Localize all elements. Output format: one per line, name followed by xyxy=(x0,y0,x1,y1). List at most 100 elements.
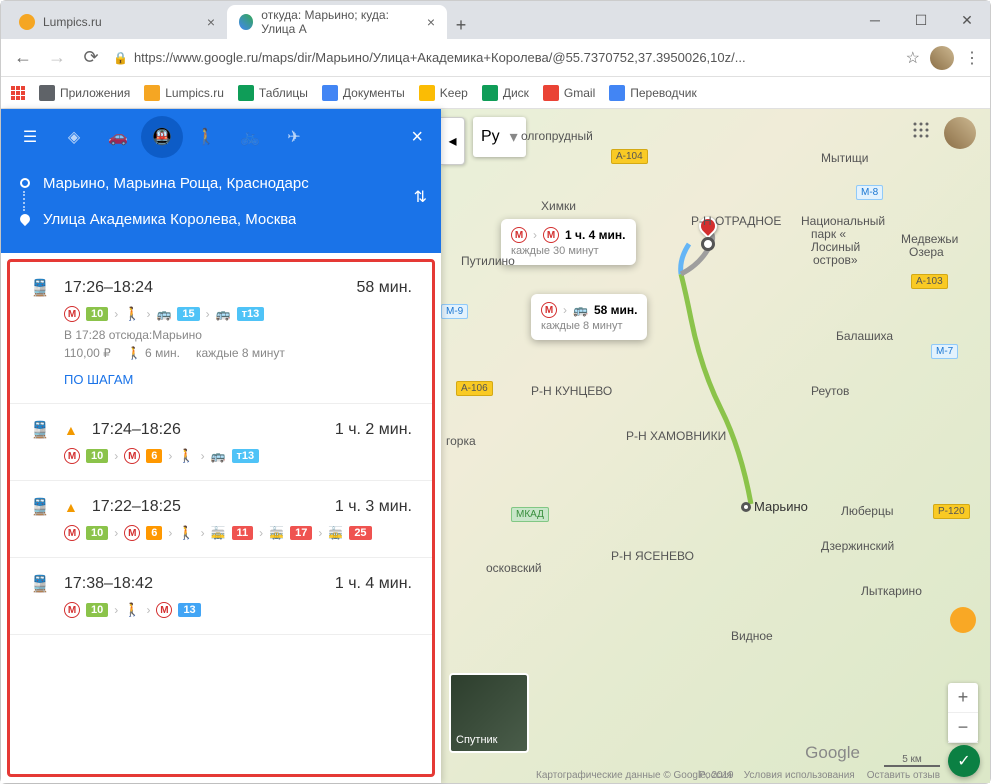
dropdown-icon[interactable]: ▾ xyxy=(510,127,518,147)
mode-transit[interactable]: 🚇 xyxy=(141,116,183,158)
road-label: М-9 xyxy=(441,304,468,319)
origin-label[interactable]: Марьино xyxy=(741,499,808,514)
origin-field[interactable]: Марьино, Марьина Роща, Краснодарс xyxy=(19,165,423,201)
callout-frequency: каждые 8 минут xyxy=(541,320,637,332)
attr-country[interactable]: Россия xyxy=(699,770,732,781)
browser-tab-active[interactable]: откуда: Марьино; куда: Улица А × xyxy=(227,5,447,39)
bookmark-item[interactable]: Gmail xyxy=(543,85,595,101)
place-label: Р-Н КУНЦЕВО xyxy=(531,384,612,398)
route-callout-main[interactable]: M›🚌58 мин. каждые 8 минут xyxy=(531,294,647,340)
favicon-icon xyxy=(239,14,253,30)
close-icon[interactable]: × xyxy=(427,14,435,30)
road-label: А-106 xyxy=(456,381,493,396)
satellite-toggle[interactable]: Спутник xyxy=(449,673,529,753)
alert-icon: ▲ xyxy=(64,499,78,515)
origin-text: Марьино, Марьина Роща, Краснодарс xyxy=(43,175,309,192)
mode-bike[interactable]: 🚲 xyxy=(229,116,271,158)
menu-button[interactable]: ☰ xyxy=(9,116,51,158)
pegman-button[interactable] xyxy=(950,607,976,633)
destination-field[interactable]: Улица Академика Королева, Москва xyxy=(19,201,423,237)
adguard-badge[interactable]: ✓ xyxy=(948,745,980,777)
collapse-sidebar-button[interactable]: ◂ xyxy=(441,117,465,165)
route-option[interactable]: 🚆▲17:24–18:261 ч. 2 мин.M10›M6›🚶›🚌т13 xyxy=(10,404,432,481)
place-label: Реутов xyxy=(811,384,849,398)
mode-best[interactable]: ◈ xyxy=(53,116,95,158)
road-label: Р-120 xyxy=(933,504,970,519)
reload-button[interactable]: ⟳ xyxy=(79,46,103,70)
directions-sidebar: ☰ ◈ 🚗 🚇 🚶 🚲 ✈ × Марьино, Марьина Роща, К… xyxy=(1,109,441,783)
callout-frequency: каждые 30 минут xyxy=(511,245,626,257)
profile-avatar[interactable] xyxy=(930,46,954,70)
url-input[interactable]: 🔒 https://www.google.ru/maps/dir/Марьино… xyxy=(113,50,896,65)
map-scale: 5 км xyxy=(884,754,940,767)
steps-button[interactable]: ПО ШАГАМ xyxy=(64,372,412,387)
line-badge: 25 xyxy=(349,526,371,540)
route-option[interactable]: 🚆17:38–18:421 ч. 4 мин.M10›🚶›M13 xyxy=(10,558,432,635)
metro-icon: M xyxy=(64,306,80,322)
route-duration: 58 мин. xyxy=(357,279,412,297)
swap-button[interactable]: ⇅ xyxy=(414,187,427,207)
bookmark-icon xyxy=(482,85,498,101)
place-label: Р-Н ХАМОВНИКИ xyxy=(626,429,726,443)
line-badge: 10 xyxy=(86,603,108,617)
bookmark-icon xyxy=(419,85,435,101)
close-icon[interactable]: × xyxy=(207,14,215,30)
route-departure: В 17:28 отсюда:Марьино xyxy=(64,328,412,342)
bookmark-item[interactable]: Документы xyxy=(322,85,405,101)
train-icon: 🚆 xyxy=(30,574,50,594)
mode-walk[interactable]: 🚶 xyxy=(185,116,227,158)
attr-terms[interactable]: Условия использования xyxy=(744,770,855,781)
minimize-button[interactable]: ─ xyxy=(852,1,898,39)
attr-feedback[interactable]: Оставить отзыв xyxy=(867,770,940,781)
bus-icon: 🚌 xyxy=(216,307,231,321)
forward-button[interactable]: → xyxy=(45,46,69,70)
apps-icon[interactable] xyxy=(11,86,25,100)
map-avatar[interactable] xyxy=(944,117,976,149)
route-option[interactable]: 🚆▲17:22–18:251 ч. 3 мин.M10›M6›🚶›🚋11›🚋17… xyxy=(10,481,432,558)
map-canvas[interactable]: ◂ Ру ▾ M›M1 ч. 4 мин. каждые 30 минут M›… xyxy=(441,109,990,783)
bookmark-item[interactable]: Переводчик xyxy=(609,85,697,101)
star-icon[interactable]: ☆ xyxy=(906,48,920,68)
bookmark-item[interactable]: Keep xyxy=(419,85,468,101)
close-button[interactable]: ✕ xyxy=(944,1,990,39)
walk-icon: 🚶 xyxy=(124,602,140,618)
route-legs: M10›M6›🚶›🚌т13 xyxy=(64,448,412,464)
metro-icon: M xyxy=(511,227,527,243)
bookmark-item[interactable]: Приложения xyxy=(39,85,130,101)
google-apps-button[interactable] xyxy=(912,121,930,144)
bookmark-icon xyxy=(609,85,625,101)
route-legs: M10›M6›🚶›🚋11›🚋17›🚋25 xyxy=(64,525,412,541)
route-callout-alt[interactable]: M›M1 ч. 4 мин. каждые 30 минут xyxy=(501,219,636,265)
zoom-out-button[interactable]: − xyxy=(948,713,978,743)
menu-icon[interactable]: ⋮ xyxy=(964,48,980,68)
bookmark-icon xyxy=(322,85,338,101)
routes-list: 🚆17:26–18:2458 мин.M10›🚶›🚌15›🚌т13В 17:28… xyxy=(7,259,435,777)
mode-flight[interactable]: ✈ xyxy=(273,116,315,158)
new-tab-button[interactable]: + xyxy=(447,11,475,39)
tram-icon: 🚋 xyxy=(328,526,343,540)
maximize-button[interactable]: ☐ xyxy=(898,1,944,39)
zoom-in-button[interactable]: + xyxy=(948,683,978,713)
origin-dot-icon xyxy=(741,502,751,512)
place-label: Химки xyxy=(541,199,576,213)
close-directions-button[interactable]: × xyxy=(401,126,433,149)
place-label: Лыткарино xyxy=(861,584,922,598)
map-search-box[interactable]: Ру ▾ xyxy=(473,117,526,157)
tram-icon: 🚋 xyxy=(211,526,226,540)
bookmark-item[interactable]: Диск xyxy=(482,85,529,101)
bookmark-icon xyxy=(144,85,160,101)
route-option[interactable]: 🚆17:26–18:2458 мин.M10›🚶›🚌15›🚌т13В 17:28… xyxy=(10,262,432,404)
road-label: А-104 xyxy=(611,149,648,164)
mode-car[interactable]: 🚗 xyxy=(97,116,139,158)
place-label: Р-Н ОТРАДНОЕ xyxy=(691,214,781,228)
road-label: А-103 xyxy=(911,274,948,289)
browser-tab[interactable]: Lumpics.ru × xyxy=(7,5,227,39)
back-button[interactable]: ← xyxy=(11,46,35,70)
bookmark-item[interactable]: Lumpics.ru xyxy=(144,85,224,101)
route-duration: 1 ч. 4 мин. xyxy=(335,575,412,593)
bookmark-item[interactable]: Таблицы xyxy=(238,85,308,101)
directions-header: ☰ ◈ 🚗 🚇 🚶 🚲 ✈ × Марьино, Марьина Роща, К… xyxy=(1,109,441,253)
line-badge: т13 xyxy=(232,449,260,463)
route-duration: 1 ч. 2 мин. xyxy=(335,421,412,439)
place-label: Балашиха xyxy=(836,329,893,343)
